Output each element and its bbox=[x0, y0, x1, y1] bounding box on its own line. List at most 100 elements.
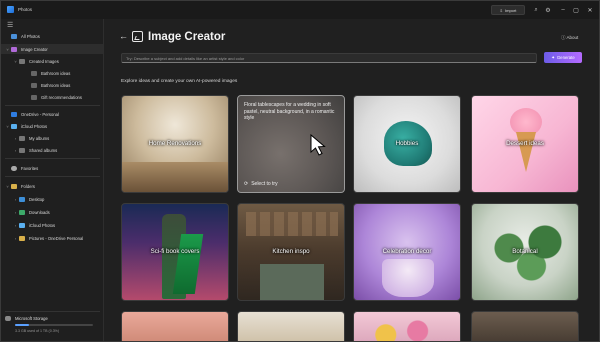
folder-icon bbox=[31, 82, 37, 88]
about-link[interactable]: ⓘ About bbox=[561, 35, 578, 41]
storage-progress-fill bbox=[15, 324, 30, 326]
sidebar-item-onedrive[interactable]: OneDrive - Personal bbox=[1, 109, 103, 119]
sidebar-item-all-photos[interactable]: All Photos bbox=[1, 31, 103, 41]
card-botanical[interactable]: Botanical bbox=[471, 203, 579, 301]
generate-button[interactable]: ✦ Generate bbox=[544, 52, 582, 63]
card-label: Sci-fi book covers bbox=[150, 248, 200, 255]
app-title: Photos bbox=[18, 7, 33, 12]
sidebar-item-image-creator[interactable]: ˅ Image Creator bbox=[1, 44, 103, 54]
card-home-renovations[interactable]: Home Renovations bbox=[121, 95, 229, 193]
storage-title: Microsoft Storage bbox=[15, 316, 48, 321]
folder-icon bbox=[31, 70, 37, 76]
cloud-icon bbox=[11, 123, 17, 129]
sidebar-item-label: iCloud Photos bbox=[29, 222, 56, 228]
page-title: Image Creator bbox=[148, 31, 226, 43]
storage-progress-bar bbox=[15, 324, 93, 326]
import-icon: ⇩ bbox=[499, 7, 503, 13]
sidebar-item-label: Pictures - OneDrive Personal bbox=[29, 235, 84, 241]
close-icon[interactable]: ✕ bbox=[584, 4, 596, 16]
download-icon bbox=[19, 209, 25, 215]
explore-heading: Explore ideas and create your own AI-pow… bbox=[121, 79, 238, 84]
menu-icon[interactable]: ☰ bbox=[7, 21, 13, 29]
about-label: About bbox=[566, 35, 579, 40]
sidebar-item-bathroom-ideas-1[interactable]: Bathroom ideas bbox=[1, 68, 103, 78]
sidebar-item-label: My albums bbox=[29, 135, 50, 141]
heart-icon bbox=[11, 165, 17, 171]
photos-window: Photos ⇩ Import ⌕ ⚙ – ▢ ✕ ☰ All Photos ˅… bbox=[0, 0, 600, 342]
sidebar-item-label: Shared albums bbox=[29, 147, 58, 153]
card-floral-tablescapes[interactable]: Floral tablescapes for a wedding in soft… bbox=[237, 95, 345, 193]
folder-icon bbox=[31, 94, 37, 100]
gear-icon[interactable]: ⚙ bbox=[543, 5, 553, 15]
sidebar-item-icloud-folder[interactable]: › iCloud Photos bbox=[1, 220, 103, 230]
card-partial-3[interactable] bbox=[353, 311, 461, 341]
generate-label: Generate bbox=[556, 55, 575, 60]
cloud-icon bbox=[19, 222, 25, 228]
search-icon[interactable]: ⌕ bbox=[531, 5, 541, 15]
sidebar-item-label: OneDrive - Personal bbox=[21, 111, 59, 117]
card-hobbies[interactable]: Hobbies bbox=[353, 95, 461, 193]
sparkle-icon: ✦ bbox=[551, 54, 555, 60]
album-icon bbox=[19, 147, 25, 153]
card-kitchen-inspo[interactable]: Kitchen inspo bbox=[237, 203, 345, 301]
import-label: Import bbox=[505, 7, 517, 13]
sidebar-item-label: Bathroom ideas bbox=[41, 70, 71, 76]
card-partial-2[interactable] bbox=[237, 311, 345, 341]
sidebar-item-gift-recommendations[interactable]: Gift recommendations bbox=[1, 92, 103, 102]
sidebar: ☰ All Photos ˅ Image Creator ˅ Created I… bbox=[1, 19, 104, 341]
divider bbox=[5, 158, 100, 159]
sidebar-item-label: Favorites bbox=[21, 165, 39, 171]
card-partial-4[interactable] bbox=[471, 311, 579, 341]
sidebar-item-icloud-photos[interactable]: ˅ iCloud Photos bbox=[1, 121, 103, 131]
kitchen-counter bbox=[260, 264, 324, 300]
cake-figure bbox=[382, 259, 434, 297]
divider bbox=[5, 176, 100, 177]
image-creator-icon bbox=[132, 31, 143, 42]
storage-detail: 3.3 GB used of 1 TB (0.3%) bbox=[15, 329, 60, 333]
select-to-try[interactable]: ⟳ Select to try bbox=[244, 181, 278, 187]
sidebar-item-downloads[interactable]: › Downloads bbox=[1, 207, 103, 217]
card-label: Hobbies bbox=[395, 140, 419, 147]
sidebar-item-shared-albums[interactable]: › Shared albums bbox=[1, 145, 103, 155]
card-celebration-decor[interactable]: Celebration decor bbox=[353, 203, 461, 301]
storage-panel[interactable]: Microsoft Storage 3.3 GB used of 1 TB (0… bbox=[1, 313, 103, 341]
folder-icon bbox=[11, 183, 17, 189]
prompt-input[interactable] bbox=[121, 53, 537, 63]
sidebar-item-created-images[interactable]: ˅ Created Images bbox=[1, 56, 103, 66]
sidebar-item-pictures-onedrive[interactable]: › Pictures - OneDrive Personal bbox=[1, 233, 103, 243]
cloud-icon bbox=[5, 316, 11, 321]
maximize-icon[interactable]: ▢ bbox=[570, 4, 582, 16]
card-sci-fi-book-covers[interactable]: Sci-fi book covers bbox=[121, 203, 229, 301]
minimize-icon[interactable]: – bbox=[557, 4, 569, 16]
sidebar-item-folders[interactable]: ˅ Folders bbox=[1, 181, 103, 191]
album-icon bbox=[19, 135, 25, 141]
sidebar-item-label: All Photos bbox=[21, 33, 40, 39]
back-arrow-icon[interactable]: ← bbox=[119, 31, 128, 41]
card-partial-1[interactable] bbox=[121, 311, 229, 341]
divider bbox=[5, 105, 100, 106]
title-bar: Photos ⇩ Import ⌕ ⚙ – ▢ ✕ bbox=[1, 1, 599, 19]
photos-icon bbox=[11, 33, 17, 39]
cloud-icon bbox=[11, 111, 17, 117]
sidebar-item-label: Folders bbox=[21, 183, 35, 189]
sidebar-item-favorites[interactable]: Favorites bbox=[1, 163, 103, 173]
ice-cream-cone bbox=[516, 132, 536, 172]
card-dessert-ideas[interactable]: Dessert ideas bbox=[471, 95, 579, 193]
mouse-cursor-icon bbox=[310, 134, 326, 156]
card-label: Celebration decor bbox=[382, 248, 432, 255]
card-label: Botanical bbox=[512, 248, 538, 255]
sidebar-item-desktop[interactable]: › Desktop bbox=[1, 194, 103, 204]
card-label: Dessert ideas bbox=[506, 140, 544, 147]
import-button[interactable]: ⇩ Import bbox=[491, 5, 525, 15]
sidebar-item-bathroom-ideas-2[interactable]: Bathroom ideas bbox=[1, 80, 103, 90]
sidebar-item-label: Gift recommendations bbox=[41, 94, 82, 100]
sidebar-item-label: Created Images bbox=[29, 58, 59, 64]
sidebar-item-my-albums[interactable]: › My albums bbox=[1, 133, 103, 143]
image-creator-icon bbox=[11, 46, 17, 52]
card-prompt-text: Floral tablescapes for a wedding in soft… bbox=[244, 102, 335, 121]
sidebar-item-label: Image Creator bbox=[21, 46, 48, 52]
sidebar-item-label: Bathroom ideas bbox=[41, 82, 71, 88]
photos-app-icon bbox=[7, 6, 14, 13]
desktop-icon bbox=[19, 196, 25, 202]
divider bbox=[5, 311, 100, 312]
